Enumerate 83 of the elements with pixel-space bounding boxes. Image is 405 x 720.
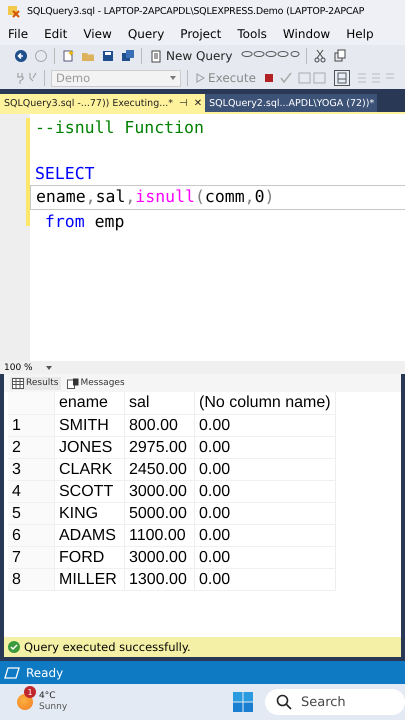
menu-item[interactable]: Query bbox=[128, 26, 164, 40]
save-all-icon[interactable] bbox=[121, 49, 135, 63]
results-tab[interactable]: Results bbox=[10, 376, 60, 390]
caret-icon bbox=[170, 76, 176, 80]
document-tab[interactable]: SQLQuery2.sql...APDL\YOGA (72))* bbox=[205, 94, 378, 112]
copy-icon[interactable] bbox=[333, 49, 348, 63]
table-cell: 0.00 bbox=[194, 524, 336, 546]
document-icon bbox=[150, 50, 163, 62]
start-icon[interactable] bbox=[233, 692, 253, 712]
app-logo-icon bbox=[6, 3, 22, 19]
table-cell: 1300.00 bbox=[124, 568, 194, 590]
weather-sun-icon[interactable] bbox=[17, 694, 33, 710]
table-cell: MILLER bbox=[54, 568, 124, 590]
column-header: (No column name) bbox=[194, 392, 336, 414]
column-header: ename bbox=[54, 392, 124, 414]
table-cell: 3000.00 bbox=[124, 480, 194, 502]
row-number: 8 bbox=[8, 568, 54, 590]
weather-condition: Sunny bbox=[39, 702, 68, 713]
table-cell: ADAMS bbox=[54, 524, 124, 546]
table-cell: FORD bbox=[54, 546, 124, 568]
window-title: SQLQuery3.sql - LAPTOP-2APCAPDL\SQLEXPRESS.Demo (LAPTOP-2APCAP bbox=[27, 6, 364, 16]
row-number: 7 bbox=[8, 546, 54, 568]
table-cell: 3000.00 bbox=[124, 546, 194, 568]
table-cell: 0.00 bbox=[194, 414, 336, 436]
table-cell: 0.00 bbox=[194, 480, 336, 502]
menu-item[interactable]: Help bbox=[346, 26, 374, 40]
menu-item[interactable]: Window bbox=[282, 26, 330, 40]
row-number: 3 bbox=[8, 458, 54, 480]
table-cell: 800.00 bbox=[124, 414, 194, 436]
row-number: 6 bbox=[8, 524, 54, 546]
caret-icon bbox=[46, 366, 52, 370]
status-icon bbox=[4, 666, 20, 678]
table-cell: SCOTT bbox=[54, 480, 124, 502]
column-header: sal bbox=[124, 392, 194, 414]
zoom-dropdown[interactable]: 100 % bbox=[0, 362, 56, 372]
menu-item[interactable]: Project bbox=[180, 26, 222, 40]
table-cell: 2450.00 bbox=[124, 458, 194, 480]
code-line: SELECT bbox=[35, 164, 95, 183]
search-icon bbox=[276, 694, 292, 710]
status-message: Query executed successfully. bbox=[24, 640, 191, 654]
results-tab[interactable]: Messages bbox=[64, 376, 127, 390]
notification-badge: 1 bbox=[24, 686, 36, 698]
messages-icon bbox=[66, 378, 78, 388]
code-line: --isnull Function bbox=[35, 118, 204, 137]
grid-icon bbox=[12, 378, 24, 388]
row-number: 5 bbox=[8, 502, 54, 524]
table-cell: KING bbox=[54, 502, 124, 524]
back-icon[interactable] bbox=[14, 49, 28, 63]
table-cell: CLARK bbox=[54, 458, 124, 480]
cut-icon[interactable] bbox=[313, 49, 328, 63]
table-cell: 0.00 bbox=[194, 568, 336, 590]
table-cell: 0.00 bbox=[194, 436, 336, 458]
new-query-button[interactable]: New Query bbox=[148, 49, 234, 63]
table-cell: 0.00 bbox=[194, 458, 336, 480]
status-text: Ready bbox=[26, 666, 64, 680]
row-number: 4 bbox=[8, 480, 54, 502]
code-line: from emp bbox=[44, 212, 124, 231]
success-check-icon bbox=[8, 641, 20, 653]
stop-icon[interactable] bbox=[264, 73, 274, 83]
pin-icon[interactable]: ⊣ bbox=[179, 98, 188, 108]
document-tab[interactable]: SQLQuery3.sql -...77)) Executing...* ⊣ ✕ bbox=[0, 94, 206, 112]
table-cell: 0.00 bbox=[194, 546, 336, 568]
table-cell: 1100.00 bbox=[124, 524, 194, 546]
table-cell: JONES bbox=[54, 436, 124, 458]
table-cell: 0.00 bbox=[194, 502, 336, 524]
search-field[interactable]: Search bbox=[265, 689, 405, 715]
menu-item[interactable]: Edit bbox=[44, 26, 68, 40]
check-icon[interactable] bbox=[280, 72, 292, 84]
play-icon bbox=[196, 73, 205, 83]
save-icon[interactable] bbox=[101, 49, 115, 63]
new-file-icon[interactable] bbox=[61, 49, 75, 63]
menu-item[interactable]: View bbox=[83, 26, 112, 40]
menu-item[interactable]: File bbox=[8, 26, 28, 40]
menu-item[interactable]: Tools bbox=[237, 26, 267, 40]
table-cell: 2975.00 bbox=[124, 436, 194, 458]
temperature: 4°C bbox=[39, 691, 57, 702]
row-number: 2 bbox=[8, 436, 54, 458]
table-cell: 5000.00 bbox=[124, 502, 194, 524]
code-line: ename,sal,isnull(comm,0) bbox=[36, 187, 274, 206]
results-to-file-icon[interactable] bbox=[334, 70, 350, 86]
close-icon[interactable]: ✕ bbox=[194, 98, 202, 108]
table-cell: SMITH bbox=[54, 414, 124, 436]
row-number: 1 bbox=[8, 414, 54, 436]
